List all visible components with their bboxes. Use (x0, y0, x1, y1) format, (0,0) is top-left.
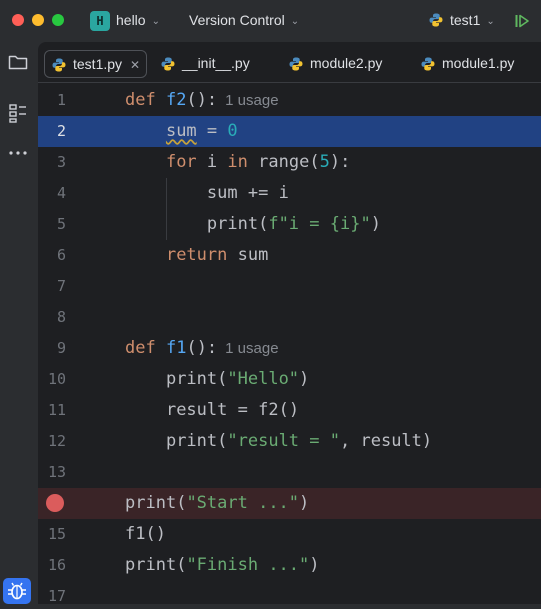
code-line[interactable]: 2 sum = 0 (38, 116, 541, 147)
code-line[interactable]: 6 return sum (38, 240, 541, 271)
code-line[interactable]: 9 def f1(): 1 usage (38, 333, 541, 364)
tab-label: __init__.py (182, 55, 250, 71)
python-file-icon (52, 58, 66, 72)
code-text: sum = 0 (165, 121, 238, 141)
vcs-selector[interactable]: Version Control ⌄ (189, 12, 299, 28)
code-text: print(f"i = {i}") (206, 214, 381, 234)
close-window-button[interactable] (12, 14, 24, 26)
line-number: 13 (47, 463, 66, 481)
folder-icon[interactable] (7, 51, 29, 73)
line-number: 3 (56, 153, 66, 171)
code-line[interactable]: 8 (38, 302, 541, 333)
code-line[interactable]: 7 (38, 271, 541, 302)
line-number: 11 (47, 401, 66, 419)
usage-hint[interactable]: 1 usage (225, 340, 278, 357)
tab-label: test1.py (73, 56, 123, 72)
more-icon[interactable] (7, 142, 29, 164)
code-line[interactable]: 17 (38, 581, 541, 604)
line-number: 16 (47, 556, 66, 574)
line-number: 6 (56, 246, 66, 264)
line-number: 1 (56, 91, 66, 109)
code-line[interactable]: 3 for i in range(5): (38, 147, 541, 178)
line-number: 8 (56, 308, 66, 326)
breakpoint-icon[interactable] (46, 494, 64, 512)
python-file-icon (421, 57, 435, 71)
run-icon[interactable] (514, 13, 530, 29)
line-number: 17 (47, 587, 66, 604)
run-config-label: test1 (450, 12, 481, 28)
vcs-label: Version Control (189, 12, 285, 28)
tab-label: module2.py (310, 55, 383, 71)
project-name: hello (116, 12, 146, 28)
indent-guide (166, 178, 167, 240)
code-text: print("Hello") (165, 369, 310, 389)
python-run-config-icon (429, 13, 443, 27)
usage-hint[interactable]: 1 usage (225, 92, 278, 109)
project-badge[interactable]: H (90, 11, 110, 31)
line-number: 10 (47, 370, 66, 388)
code-text: sum += i (206, 183, 289, 203)
editor-pane: test1.py ✕ __init__.py module2.py module1… (38, 42, 541, 604)
code-text: print("Finish ...") (125, 555, 320, 575)
code-text: def f2(): 1 usage (125, 90, 279, 110)
tab-label: module1.py (442, 55, 515, 71)
line-number: 4 (56, 184, 66, 202)
bug-icon (8, 582, 26, 600)
code-line[interactable]: 16 print("Finish ...") (38, 550, 541, 581)
line-number: 15 (47, 525, 66, 543)
tab-init-py[interactable]: __init__.py (160, 50, 250, 76)
code-line[interactable]: 12 print("result = ", result) (38, 426, 541, 457)
code-line[interactable]: 5 print(f"i = {i}") (38, 209, 541, 240)
run-config-selector[interactable]: test1 ⌄ (450, 12, 495, 28)
code-line[interactable]: 11 result = f2() (38, 395, 541, 426)
code-line[interactable]: 10 print("Hello") (38, 364, 541, 395)
code-line[interactable]: 1 def f2(): 1 usage (38, 85, 541, 116)
chevron-down-icon: ⌄ (290, 16, 300, 27)
line-number: 2 (56, 122, 66, 140)
tool-window-strip (0, 42, 38, 604)
python-file-icon (289, 57, 303, 71)
code-text: result = f2() (165, 400, 300, 420)
editor-tab-bar: test1.py ✕ __init__.py module2.py module1… (38, 42, 541, 83)
code-text: f1() (125, 524, 166, 544)
chevron-down-icon: ⌄ (151, 16, 160, 27)
project-selector[interactable]: hello ⌄ (116, 12, 160, 28)
zoom-window-button[interactable] (52, 14, 64, 26)
code-text: for i in range(5): (165, 152, 351, 172)
tab-module1-py[interactable]: module1.py (420, 50, 514, 76)
line-number: 7 (56, 277, 66, 295)
tab-module2-py[interactable]: module2.py (288, 50, 382, 76)
title-bar: H hello ⌄ Version Control ⌄ test1 ⌄ (0, 0, 541, 42)
code-text: return sum (165, 245, 269, 265)
structure-icon[interactable] (7, 102, 29, 124)
chevron-down-icon: ⌄ (486, 16, 495, 27)
python-file-icon (161, 57, 175, 71)
code-line[interactable]: 15 f1() (38, 519, 541, 550)
code-text: print("result = ", result) (165, 431, 433, 451)
line-number: 9 (56, 339, 66, 357)
code-line[interactable]: 13 (38, 457, 541, 488)
line-number: 5 (56, 215, 66, 233)
close-icon[interactable]: ✕ (130, 58, 140, 72)
tab-test1-py[interactable]: test1.py ✕ (44, 50, 148, 78)
code-line[interactable]: 4 sum += i (38, 178, 541, 209)
line-number: 12 (47, 432, 66, 450)
debug-tool-button[interactable] (3, 578, 31, 604)
code-text: def f1(): 1 usage (125, 338, 279, 358)
minimize-window-button[interactable] (32, 14, 44, 26)
code-text: print("Start ...") (125, 493, 310, 513)
code-line[interactable]: print("Start ...") (38, 488, 541, 519)
